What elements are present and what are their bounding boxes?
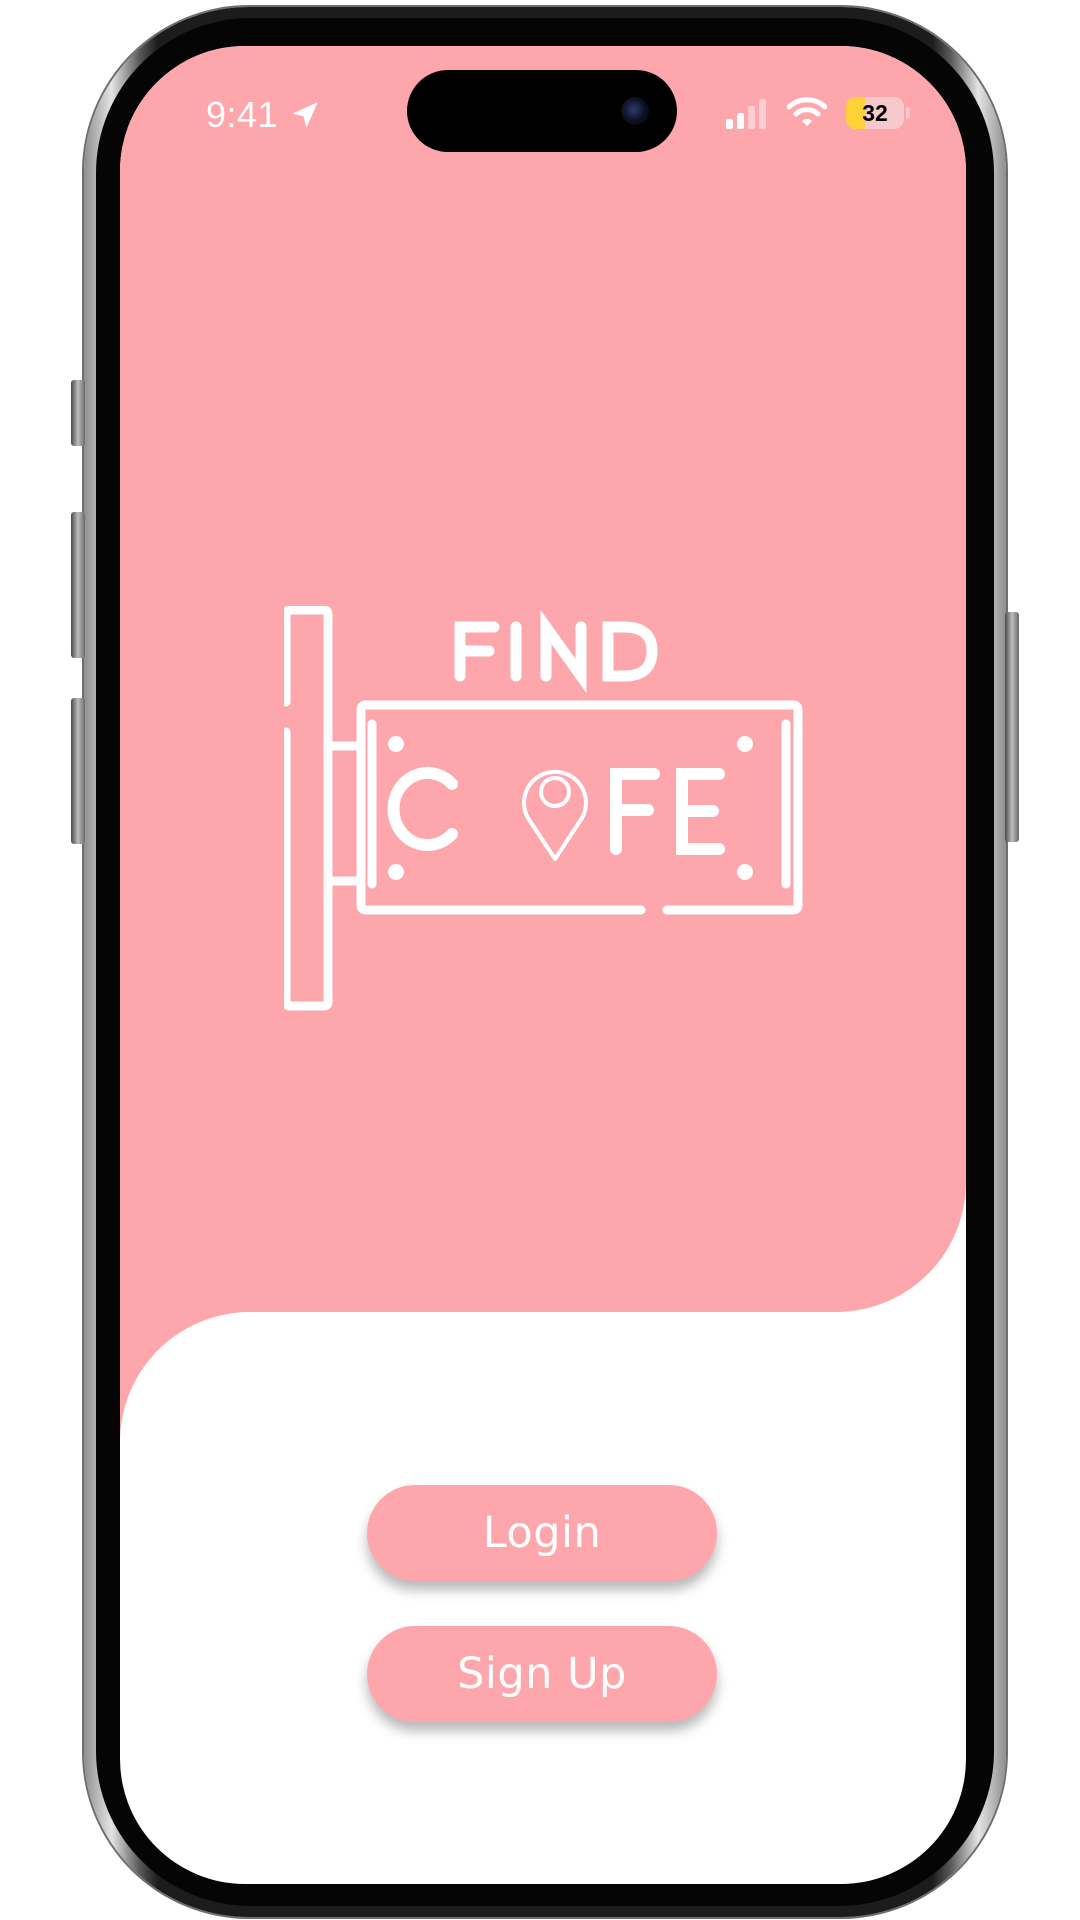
location-arrow-icon (292, 102, 318, 128)
volume-down-button (71, 698, 85, 844)
find-text (454, 609, 658, 694)
battery-level: 32 (862, 100, 888, 126)
action-button (71, 380, 85, 446)
dynamic-island (407, 70, 677, 152)
battery-cap (906, 107, 910, 119)
power-button (1005, 612, 1019, 842)
volume-up-button (71, 512, 85, 658)
map-pin-icon (522, 769, 588, 861)
cellular-signal-icon (726, 99, 766, 129)
login-button[interactable]: Login (367, 1485, 717, 1581)
screen: 9:41 32 Login Sign Up (120, 46, 966, 1884)
camera-icon (621, 97, 649, 125)
status-time: 9:41 (206, 94, 279, 135)
find-cafe-logo (284, 606, 803, 1011)
app-mockup: 9:41 32 Login Sign Up (0, 0, 1080, 1920)
battery-indicator: 32 (846, 97, 904, 129)
cafe-text (387, 767, 725, 855)
wifi-icon (787, 97, 827, 126)
sign-up-button[interactable]: Sign Up (367, 1626, 717, 1722)
